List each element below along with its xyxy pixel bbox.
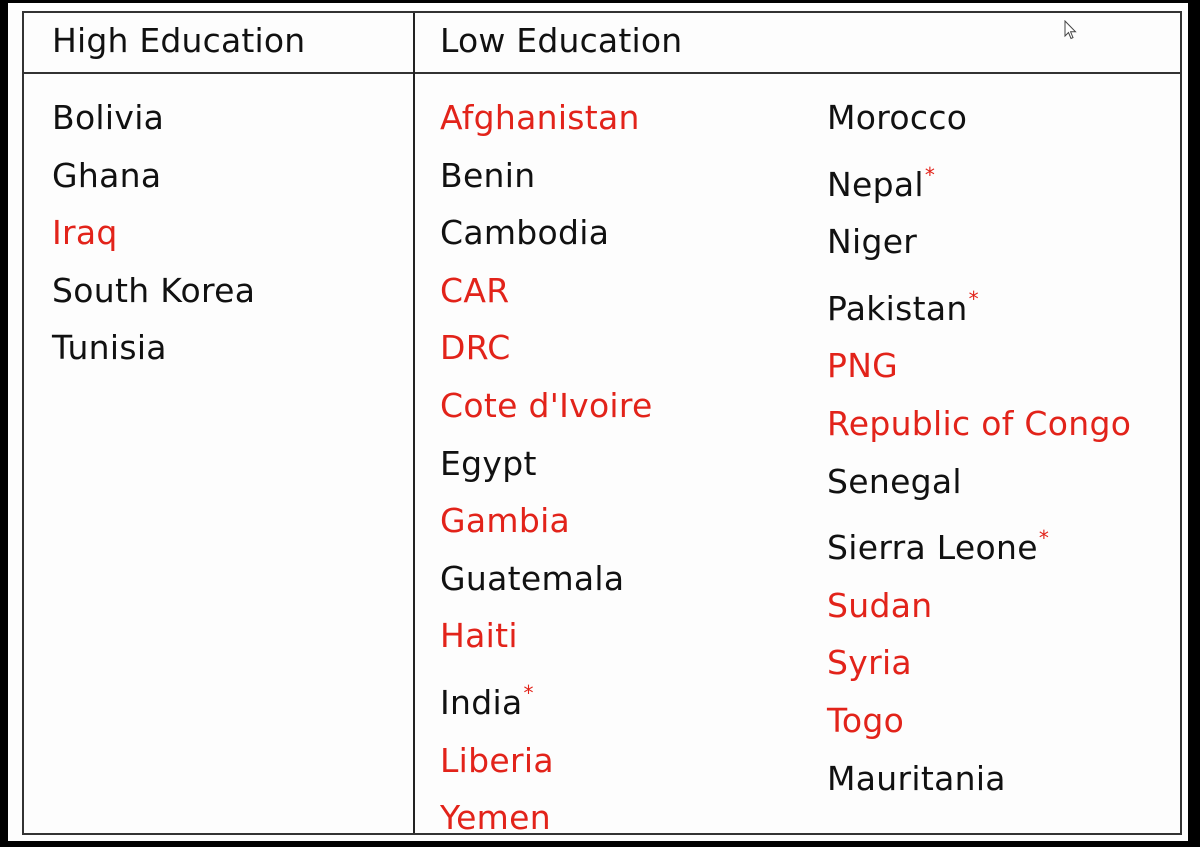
asterisk-marker: * [968,286,979,311]
header-high-education: High Education [52,21,306,60]
country-item: PNG [827,337,1131,395]
asterisk-marker: * [924,162,936,187]
country-name: Haiti [440,616,518,656]
low-education-list-col2: Morocco Nepal* Niger Pakistan* PNG Republic o… [827,89,1131,807]
country-item: Togo [827,692,1131,750]
country-item: Ghana [52,147,255,205]
low-education-list-col1: Afghanistan Benin Cambodia CAR DRC Cote d'Ivo… [440,89,653,847]
country-name: Guatemala [440,558,625,598]
country-name: Mauritania [827,758,1006,798]
country-item: Nepal* [827,147,1131,214]
country-name: Niger [827,222,918,262]
country-item: Sierra Leone* [827,510,1131,577]
mouse-pointer-icon [1064,20,1077,40]
country-item: Cambodia [440,204,653,262]
country-name: PNG [827,346,899,386]
high-education-list: Bolivia Ghana Iraq South Korea Tunisia [52,89,255,377]
country-item: Gambia [440,492,653,550]
country-item: Republic of Congo [827,395,1131,453]
country-name: DRC [440,328,511,368]
country-name: Senegal [827,461,962,501]
country-name: Pakistan [827,288,968,328]
country-name: Bolivia [52,98,165,137]
country-education-table: High Education Low Education Bolivia Ghan… [22,11,1182,837]
asterisk-marker: * [1038,526,1050,551]
country-item: Haiti [440,607,653,665]
country-name: Iraq [52,213,118,253]
country-item: Benin [440,147,653,205]
country-name: Sierra Leone [827,528,1038,568]
country-item: Syria [827,634,1131,692]
slide: High Education Low Education Bolivia Ghan… [8,3,1188,841]
country-name: Sudan [827,585,933,625]
column-divider [413,13,415,833]
country-name: Morocco [827,98,968,137]
country-item: Egypt [440,435,653,493]
header-divider [24,72,1180,74]
country-item: CAR [440,262,653,320]
country-item: Liberia [440,732,653,790]
asterisk-marker: * [523,680,534,705]
country-name: India [440,682,523,722]
header-low-education: Low Education [440,21,683,60]
country-name: Ghana [52,155,162,195]
country-name: Cote d'Ivoire [440,385,653,425]
country-name: South Korea [52,270,256,310]
country-name: Nepal [827,164,924,204]
country-name: Togo [827,700,905,740]
country-item: Pakistan* [827,271,1131,338]
country-item: Senegal [827,453,1131,511]
country-name: Egypt [440,443,537,483]
country-item: Bolivia [52,89,255,147]
country-item: Niger [827,213,1131,271]
country-name: Yemen [440,798,551,838]
country-item: India* [440,665,653,732]
country-item: Guatemala [440,550,653,608]
country-name: Republic of Congo [827,403,1132,443]
country-name: CAR [440,270,510,310]
country-name: Gambia [440,501,571,541]
country-name: Tunisia [52,328,167,368]
country-name: Afghanistan [440,98,640,137]
country-item: Cote d'Ivoire [440,377,653,435]
country-name: Cambodia [440,213,610,253]
country-name: Benin [440,155,536,195]
country-item: DRC [440,319,653,377]
country-name: Liberia [440,740,554,780]
country-item: Sudan [827,577,1131,635]
country-item: Tunisia [52,319,255,377]
country-name: Syria [827,643,912,683]
country-item: Iraq [52,204,255,262]
country-item: Mauritania [827,750,1131,808]
country-item: Afghanistan [440,89,653,147]
country-item: Morocco [827,89,1131,147]
country-item: South Korea [52,262,255,320]
country-item: Yemen [440,789,653,847]
